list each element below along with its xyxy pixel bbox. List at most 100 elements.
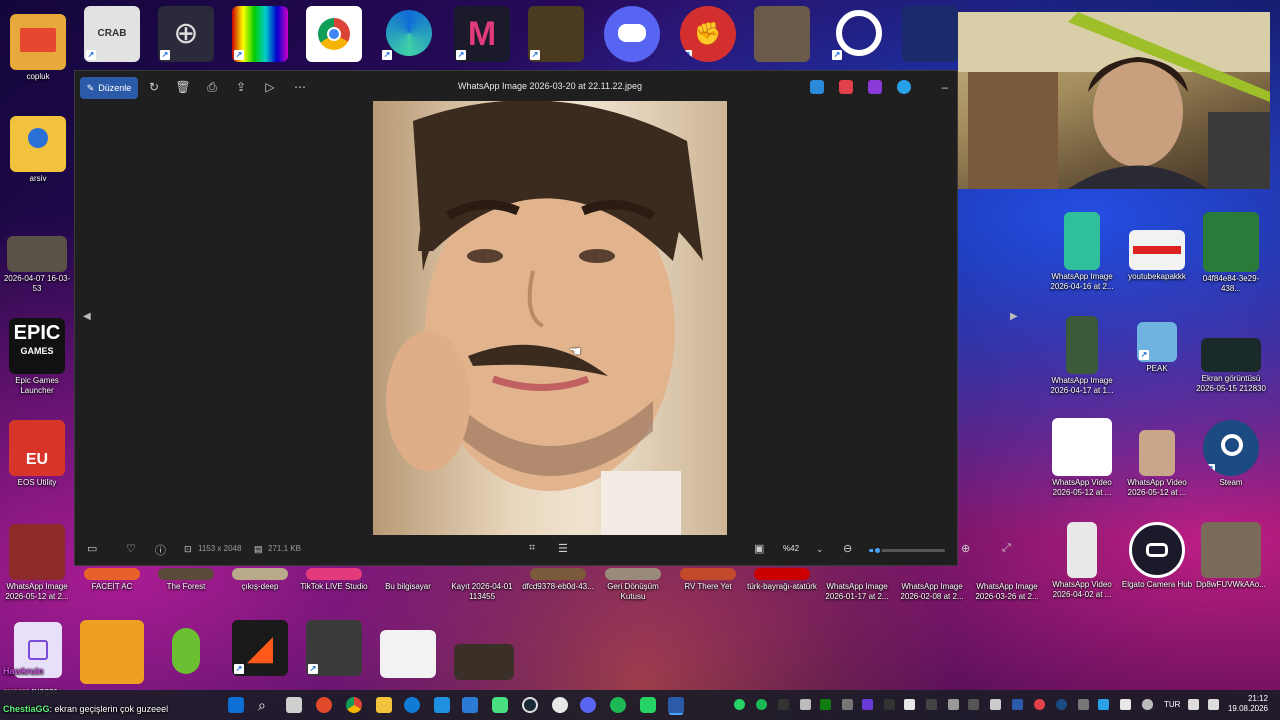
desktop-icon-edge[interactable]: ↗ <box>372 6 444 62</box>
desktop-icon-whatsapp-video-3[interactable]: WhatsApp Video 2026-04-02 at ... <box>1046 522 1118 600</box>
tray-icon[interactable] <box>842 699 853 710</box>
taskbar-app-icon[interactable] <box>316 697 332 713</box>
tray-icon[interactable] <box>1078 699 1089 710</box>
tray-icon[interactable] <box>1012 699 1023 710</box>
tray-icon[interactable] <box>904 699 915 710</box>
desktop-icon-whatsapp-0117[interactable]: WhatsApp Image 2026-01-17 at 2... <box>821 568 893 602</box>
language-indicator[interactable]: TUR <box>1164 700 1180 709</box>
tray-icon[interactable] <box>1120 699 1131 710</box>
desktop-icon-app6[interactable]: M ↗ <box>446 6 518 62</box>
onedrive-icon[interactable] <box>897 80 911 94</box>
desktop-icon-whatsapp-0326[interactable]: WhatsApp Image 2026-03-26 at 2... <box>971 568 1043 602</box>
desktop-icon-copluk[interactable]: copluk <box>2 14 74 82</box>
desktop-icon-crabgame[interactable]: CRAB ↗ <box>76 6 148 62</box>
whatsapp-taskbar-icon[interactable] <box>492 697 508 713</box>
text-extract-icon[interactable]: ☰ <box>558 542 568 555</box>
clock[interactable]: 21:12 19.08.2026 <box>1228 694 1268 714</box>
tray-icon[interactable] <box>968 699 979 710</box>
next-image-arrow-icon[interactable]: ▶ <box>1010 311 1018 322</box>
file-explorer-icon[interactable] <box>376 697 392 713</box>
tray-icon[interactable] <box>862 699 873 710</box>
desktop-icon-cikis-deep[interactable]: çıkış-deep <box>224 568 296 592</box>
share-icon[interactable]: ⇪ <box>233 79 249 95</box>
desktop-icon-arrow-app[interactable]: ◢ ↗ <box>224 620 296 676</box>
desktop-icon-geri-donusum[interactable]: Geri Dönüşüm Kutusu <box>597 568 669 602</box>
start-windows-icon[interactable] <box>228 697 244 713</box>
desktop-icon-the-forest[interactable]: The Forest <box>150 568 222 592</box>
filmstrip-icon[interactable]: ▭ <box>87 542 97 555</box>
zoom-slider[interactable] <box>869 546 945 555</box>
desktop-icon-04f84e84[interactable]: 04f84e84-3e29-438... <box>1195 212 1267 294</box>
discord-taskbar-icon[interactable] <box>580 697 596 713</box>
desktop-icon-app10[interactable] <box>746 6 818 62</box>
desktop-icon-whatsapp-image[interactable]: WhatsApp Image 2026-05-12 at 2... <box>1 524 73 602</box>
zoom-level[interactable]: %42 <box>783 544 799 553</box>
search-icon[interactable]: ⌕ <box>258 697 274 713</box>
desktop-icon-peak[interactable]: ↗ PEAK <box>1121 322 1193 374</box>
tray-icon[interactable] <box>884 699 895 710</box>
desktop-icon-epic[interactable]: EPIC GAMES Epic Games Launcher <box>1 318 73 396</box>
chrome-taskbar-icon[interactable] <box>346 697 362 713</box>
zoom-out-icon[interactable]: ⊖ <box>843 542 852 555</box>
slideshow-icon[interactable]: ▷ <box>262 79 278 95</box>
desktop-icon-cs[interactable] <box>76 620 148 684</box>
favorite-heart-icon[interactable]: ♡ <box>126 542 136 555</box>
desktop-icon-kayit[interactable]: Kayıt 2026-04-01 113455 <box>446 568 518 602</box>
fullscreen-icon[interactable]: ⤢ <box>1002 542 1011 555</box>
obs-taskbar-icon[interactable] <box>552 697 568 713</box>
desktop-icon-app3[interactable]: ↗ <box>224 6 296 62</box>
desktop-icon-only-up[interactable]: ↗ <box>298 620 370 676</box>
desktop-icon-turk-bayragi[interactable]: türk-bayrağı-atatürk <box>746 568 818 592</box>
previous-image-arrow-icon[interactable]: ◀ <box>83 311 91 322</box>
spotify-taskbar-icon[interactable] <box>610 697 626 713</box>
steam-taskbar-icon[interactable] <box>522 697 538 713</box>
desktop-icon-faceit[interactable]: FACEIT AC <box>76 568 148 592</box>
desktop-icon-bu-bilgisayar[interactable]: Bu bilgisayar <box>372 568 444 592</box>
tray-icon[interactable] <box>926 699 937 710</box>
info-icon[interactable]: ⓘ <box>155 542 166 558</box>
desktop-icon-whatsapp-0208[interactable]: WhatsApp Image 2026-02-08 at 2... <box>896 568 968 602</box>
desktop-icon-tiktok[interactable]: TikTok LIVE Studio <box>298 568 370 592</box>
tray-icon[interactable] <box>800 699 811 710</box>
whatsapp-taskbar-icon-2[interactable] <box>640 697 656 713</box>
desktop-icon-whatsapp-video-1[interactable]: WhatsApp Video 2026-05-12 at ... <box>1046 418 1118 498</box>
rotate-icon[interactable]: ↻ <box>146 79 162 95</box>
tray-icon[interactable] <box>1056 699 1067 710</box>
desktop-icon-whatsapp-0417[interactable]: WhatsApp Image 2026-04-17 at 1... <box>1046 316 1118 396</box>
desktop-icon-app7[interactable]: ↗ <box>520 6 592 62</box>
desktop-icon-dp8w[interactable]: Dp8wFUVWkAAo... <box>1195 522 1267 590</box>
desktop-icon-discord[interactable] <box>596 6 668 62</box>
volume-icon[interactable] <box>1208 699 1219 710</box>
fit-to-window-icon[interactable]: ▣ <box>754 542 764 555</box>
desktop-icon-ekran-goruntusu[interactable]: Ekran görüntüsü 2026-05-15 212830 <box>1195 338 1267 394</box>
tray-icon[interactable] <box>990 699 1001 710</box>
desktop-icon-whatsapp-video-2[interactable]: WhatsApp Video 2026-05-12 at ... <box>1121 430 1193 498</box>
desktop-icon-selfie[interactable] <box>448 644 520 680</box>
desktop-icon-steam[interactable]: ↗ Steam <box>1195 420 1267 488</box>
tray-icon[interactable] <box>756 699 767 710</box>
desktop-icon-elgato[interactable]: Elgato Camera Hub <box>1121 522 1193 590</box>
app-badge-icon[interactable] <box>868 80 882 94</box>
zoom-slider-thumb[interactable] <box>872 546 882 555</box>
desktop-icon-youtubekapak[interactable]: youtubekapakkk <box>1121 230 1193 282</box>
tray-icon[interactable] <box>734 699 745 710</box>
delete-icon[interactable]: 🗑 <box>175 79 191 95</box>
more-options-icon[interactable]: ⋯ <box>292 79 308 95</box>
desktop-icon-app12[interactable] <box>894 6 966 62</box>
task-view-icon[interactable] <box>286 697 302 713</box>
photos-taskbar-icon[interactable] <box>668 697 684 713</box>
tray-icon[interactable] <box>1098 699 1109 710</box>
desktop-icon-ubisoft[interactable]: ↗ <box>822 6 894 62</box>
outlook-icon[interactable] <box>462 697 478 713</box>
desktop-icon-arsiv[interactable]: arsiv <box>2 116 74 184</box>
desktop-icon-comic[interactable] <box>372 630 444 678</box>
desktop-icon-rv-there-yet[interactable]: RV There Yet <box>672 568 744 592</box>
tray-icon[interactable] <box>948 699 959 710</box>
visual-search-icon[interactable]: ⌗ <box>529 542 535 555</box>
tray-icon[interactable] <box>820 699 831 710</box>
desktop-icon-whatsapp-0416[interactable]: WhatsApp Image 2026-04-16 at 2... <box>1046 212 1118 292</box>
microphone-icon[interactable] <box>1142 699 1153 710</box>
desktop-icon-eos[interactable]: EU EOS Utility <box>1 420 73 488</box>
desktop-icon-app2[interactable]: ⊕ ↗ <box>150 6 222 62</box>
desktop-icon-video[interactable]: 2026-04-07 16-03-53 <box>1 236 73 294</box>
